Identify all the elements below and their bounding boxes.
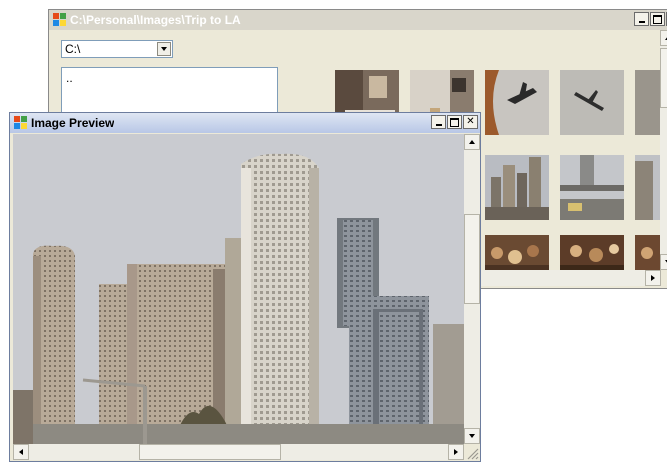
scroll-up-button[interactable] <box>660 30 667 46</box>
thumbnail-crowd-5[interactable] <box>635 235 661 270</box>
maximize-icon <box>450 117 459 127</box>
minimize-icon <box>435 123 442 126</box>
thumbnail-plane-in-sky[interactable] <box>560 70 624 135</box>
list-item[interactable]: .. <box>62 68 277 85</box>
close-button[interactable]: ✕ <box>463 115 478 129</box>
los-angeles-skyline-image <box>13 134 464 444</box>
thumbnail-crowd-3[interactable] <box>485 235 549 270</box>
close-icon: ✕ <box>466 116 475 127</box>
thumbnail-highway-overpass[interactable] <box>560 155 624 220</box>
size-grip-icon[interactable] <box>465 446 479 460</box>
preview-vertical-scrollbar[interactable] <box>464 134 480 444</box>
app-icon <box>53 13 67 27</box>
thumbnail-city-street[interactable] <box>635 155 661 220</box>
minimize-button[interactable] <box>431 115 446 129</box>
browser-titlebar[interactable]: C:\Personal\Images\Trip to LA <box>49 10 667 30</box>
scroll-down-button[interactable] <box>660 254 667 270</box>
scroll-right-button[interactable] <box>645 270 661 286</box>
scrollbar-thumb[interactable] <box>464 214 480 304</box>
thumbnail-downtown-skyline[interactable] <box>485 155 549 220</box>
drive-select-value: C:\ <box>65 42 81 56</box>
scrollbar-thumb[interactable] <box>139 444 281 460</box>
minimize-button[interactable] <box>634 12 649 26</box>
scroll-right-button[interactable] <box>448 444 464 460</box>
thumbnail-horizontal-scrollbar[interactable] <box>469 270 661 286</box>
preview-titlebar[interactable]: Image Preview <box>10 113 480 133</box>
arrow-up-icon <box>469 140 475 144</box>
arrow-right-icon <box>651 275 655 281</box>
thumbnail-plane-partial[interactable] <box>635 70 661 135</box>
preview-image <box>13 134 464 444</box>
app-icon <box>14 116 28 130</box>
thumbnail-plane-window-view[interactable] <box>485 70 549 135</box>
chevron-down-icon <box>161 47 167 51</box>
dropdown-button[interactable] <box>157 42 171 56</box>
arrow-right-icon <box>454 449 458 455</box>
preview-title: Image Preview <box>31 116 115 130</box>
scrollbar-thumb[interactable] <box>660 48 667 108</box>
scroll-left-button[interactable] <box>13 444 29 460</box>
maximize-button[interactable] <box>447 115 462 129</box>
image-preview-window: Image Preview ✕ <box>9 112 481 462</box>
drive-select[interactable]: C:\ <box>61 40 173 58</box>
scroll-down-button[interactable] <box>464 428 480 444</box>
browser-title: C:\Personal\Images\Trip to LA <box>70 13 241 27</box>
maximize-icon <box>653 14 662 24</box>
scroll-up-button[interactable] <box>464 134 480 150</box>
arrow-left-icon <box>19 449 23 455</box>
maximize-button[interactable] <box>650 12 665 26</box>
thumbnail-crowd-4[interactable] <box>560 235 624 270</box>
preview-horizontal-scrollbar[interactable] <box>13 444 464 460</box>
thumbnail-vertical-scrollbar[interactable] <box>660 30 667 270</box>
arrow-down-icon <box>469 434 475 438</box>
minimize-icon <box>638 20 645 23</box>
